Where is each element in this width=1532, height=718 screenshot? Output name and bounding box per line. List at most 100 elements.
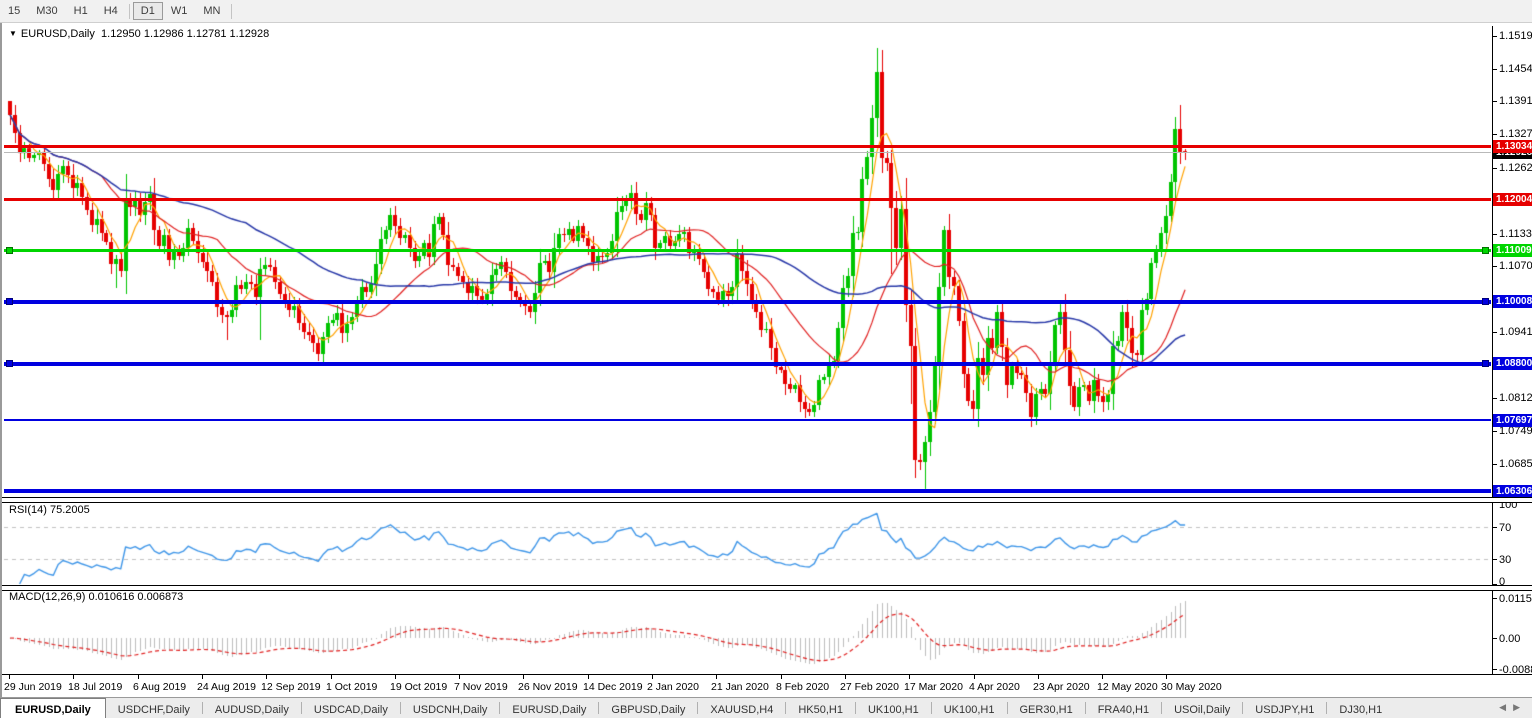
hline-handle[interactable]: [6, 298, 13, 305]
tab-scroll-right-icon[interactable]: ▶: [1513, 702, 1527, 712]
macd-axis-tickmark: [1492, 669, 1497, 670]
hline-handle[interactable]: [1482, 298, 1489, 305]
tab-usdcad-daily-3[interactable]: USDCAD,Daily: [302, 698, 400, 718]
date-axis-label: 21 Jan 2020: [711, 681, 769, 693]
hline-handle[interactable]: [1482, 247, 1489, 254]
chart-header: ▼ EURUSD,Daily 1.12950 1.12986 1.12781 1.…: [9, 28, 269, 40]
price-badge-1.12004: 1.12004: [1493, 193, 1532, 206]
tab-eurusd-daily-5[interactable]: EURUSD,Daily: [500, 698, 598, 718]
date-axis-tickmark: [331, 675, 332, 679]
quote-close: 1.12928: [230, 28, 270, 40]
date-axis-label: 14 Dec 2019: [583, 681, 643, 693]
timeframe-button-h1[interactable]: H1: [66, 2, 96, 20]
y-axis-tickmark: [1492, 398, 1497, 399]
symbol-dropdown-icon[interactable]: ▼: [9, 29, 17, 38]
y-axis-tickmark: [1492, 431, 1497, 432]
price-badge-1.08800: 1.08800: [1493, 357, 1532, 370]
rsi-axis-tickmark: [1492, 527, 1497, 528]
timeframe-button-15[interactable]: 15: [0, 2, 28, 20]
date-axis-tickmark: [138, 675, 139, 679]
tab-uk100-h1-10[interactable]: UK100,H1: [932, 698, 1007, 718]
chart-tab-bar: EURUSD,DailyUSDCHF,DailyAUDUSD,DailyUSDC…: [0, 697, 1532, 718]
hline-1.07697[interactable]: [4, 419, 1491, 421]
tab-xauusd-h4-7[interactable]: XAUUSD,H4: [698, 698, 785, 718]
tab-usdchf-daily-1[interactable]: USDCHF,Daily: [106, 698, 202, 718]
date-axis-label: 26 Nov 2019: [518, 681, 578, 693]
timeframe-button-d1[interactable]: D1: [133, 2, 163, 20]
y-axis-label: 1.12625: [1499, 162, 1532, 174]
date-axis-tickmark: [73, 675, 74, 679]
date-axis-tickmark: [845, 675, 846, 679]
hline-handle[interactable]: [1482, 360, 1489, 367]
hline-1.12004[interactable]: [4, 198, 1491, 201]
tab-usdjpy-h1-14[interactable]: USDJPY,H1: [1243, 698, 1326, 718]
toolbar-separator: [129, 4, 130, 19]
pane-separator-macd[interactable]: [2, 585, 1532, 591]
tab-fra40-h1-12[interactable]: FRA40,H1: [1086, 698, 1161, 718]
date-axis-label: 2 Jan 2020: [647, 681, 699, 693]
date-axis-label: 12 May 2020: [1097, 681, 1158, 693]
y-axis-label: 1.08125: [1499, 392, 1532, 404]
hline-handle[interactable]: [6, 360, 13, 367]
rsi-indicator-label: RSI(14) 75.2005: [9, 504, 90, 516]
date-axis-tickmark: [716, 675, 717, 679]
date-axis-label: 29 Jun 2019: [4, 681, 62, 693]
price-badge-1.10008: 1.10008: [1493, 295, 1532, 308]
price-axis-border: [1492, 26, 1493, 675]
hline-1.11009[interactable]: [4, 249, 1491, 252]
date-axis-tickmark: [1166, 675, 1167, 679]
quote-open: 1.12950: [101, 28, 141, 40]
date-axis-tickmark: [395, 675, 396, 679]
date-axis-label: 18 Jul 2019: [68, 681, 122, 693]
date-axis-label: 27 Feb 2020: [840, 681, 899, 693]
tab-gbpusd-daily-6[interactable]: GBPUSD,Daily: [599, 698, 697, 718]
rsi-name: RSI(14): [9, 504, 47, 516]
date-axis-tickmark: [9, 675, 10, 679]
tab-usoil-daily-13[interactable]: USOil,Daily: [1162, 698, 1242, 718]
date-axis-tickmark: [523, 675, 524, 679]
timeframe-button-mn[interactable]: MN: [195, 2, 228, 20]
hline-1.08800[interactable]: [4, 362, 1491, 366]
tab-hk50-h1-8[interactable]: HK50,H1: [786, 698, 855, 718]
quote-low: 1.12781: [187, 28, 227, 40]
date-axis-tickmark: [459, 675, 460, 679]
y-axis-label: 1.14545: [1499, 63, 1532, 75]
date-axis-label: 19 Oct 2019: [390, 681, 447, 693]
tab-audusd-daily-2[interactable]: AUDUSD,Daily: [203, 698, 301, 718]
timeframe-button-w1[interactable]: W1: [163, 2, 196, 20]
tab-usdcnh-daily-4[interactable]: USDCNH,Daily: [401, 698, 500, 718]
pane-separator-rsi[interactable]: [2, 497, 1532, 503]
tab-ger30-h1-11[interactable]: GER30,H1: [1008, 698, 1085, 718]
tab-uk100-h1-9[interactable]: UK100,H1: [856, 698, 931, 718]
date-axis-tickmark: [1102, 675, 1103, 679]
date-axis-label: 17 Mar 2020: [904, 681, 963, 693]
macd-axis-tickmark: [1492, 598, 1497, 599]
price-chart-canvas[interactable]: [2, 23, 1532, 697]
y-axis-label: 1.15190: [1499, 30, 1532, 42]
hline-handle[interactable]: [6, 247, 13, 254]
timeframe-button-m30[interactable]: M30: [28, 2, 65, 20]
quote-high: 1.12986: [144, 28, 184, 40]
date-axis-tickmark: [1038, 675, 1039, 679]
tab-scroll-left-icon[interactable]: ◀: [1499, 702, 1513, 712]
tab-eurusd-daily-0[interactable]: EURUSD,Daily: [0, 698, 106, 718]
tab-dj30-h1-15[interactable]: DJ30,H1: [1327, 698, 1394, 718]
y-axis-label: 1.06850: [1499, 458, 1532, 470]
hline-1.13034[interactable]: [4, 145, 1491, 148]
rsi-axis-tickmark: [1492, 559, 1497, 560]
date-axis-tickmark: [652, 675, 653, 679]
y-axis-tickmark: [1492, 69, 1497, 70]
date-axis-tickmark: [202, 675, 203, 679]
chart-symbol-label: EURUSD,Daily: [21, 28, 95, 40]
date-axis-tickmark: [266, 675, 267, 679]
macd-axis-label: 0.011544: [1499, 593, 1532, 605]
hline-1.06306[interactable]: [4, 489, 1491, 493]
mt4-terminal: { "toolbar": { "items": ["15", "M30", "H…: [0, 0, 1532, 718]
y-axis-tickmark: [1492, 234, 1497, 235]
hline-1.10008[interactable]: [4, 300, 1491, 304]
date-axis-tickmark: [781, 675, 782, 679]
y-axis-tickmark: [1492, 266, 1497, 267]
y-axis-tickmark: [1492, 36, 1497, 37]
timeframe-button-h4[interactable]: H4: [96, 2, 126, 20]
date-axis-label: 23 Apr 2020: [1033, 681, 1090, 693]
